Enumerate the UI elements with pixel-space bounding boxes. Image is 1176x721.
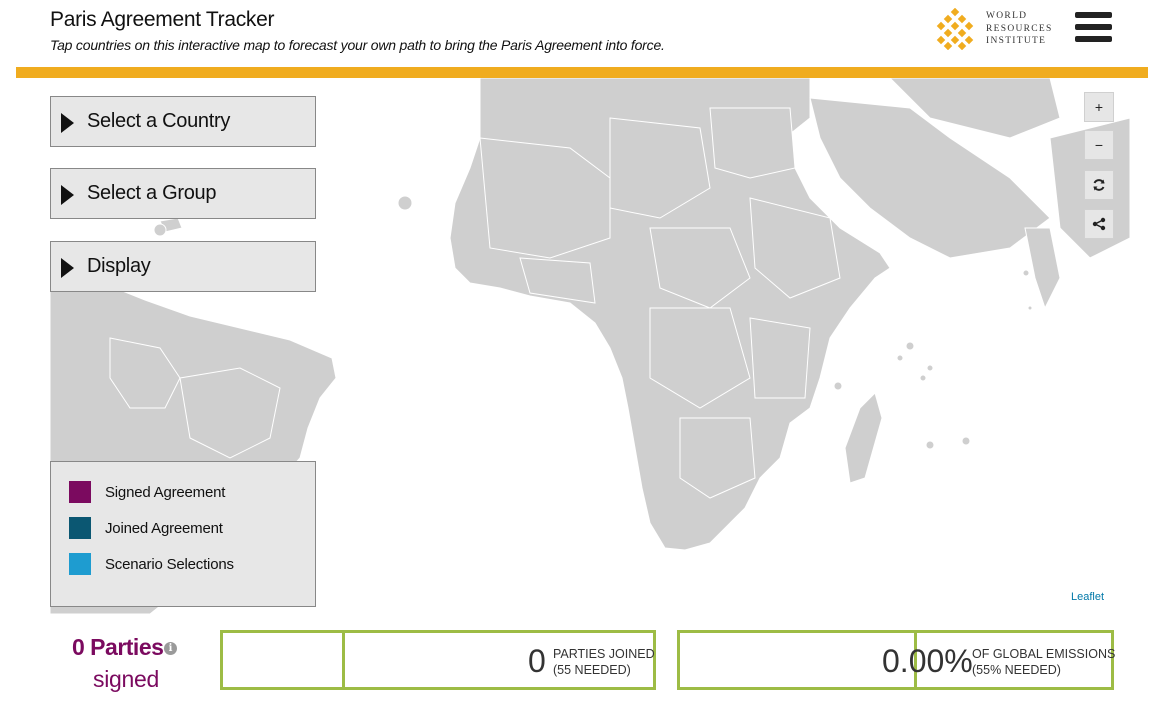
island-shape (926, 364, 934, 372)
display-label: Display (87, 255, 151, 277)
reset-view-button[interactable] (1084, 170, 1114, 200)
legend-swatch (69, 553, 91, 575)
info-icon[interactable]: i (164, 642, 177, 655)
page-title: Paris Agreement Tracker (50, 8, 275, 31)
header: Paris Agreement Tracker Tap countries on… (0, 0, 1176, 68)
select-group-label: Select a Group (87, 182, 217, 204)
island-shape (1022, 269, 1030, 277)
island-shape (961, 436, 971, 446)
header-accent-bar (16, 67, 1148, 78)
expand-arrow-icon (61, 113, 74, 133)
island-shape (925, 440, 935, 450)
island-shape (397, 195, 413, 211)
display-button[interactable]: Display (50, 241, 316, 292)
island-shape (153, 223, 167, 237)
island-shape (1027, 305, 1033, 311)
expand-arrow-icon (61, 258, 74, 278)
select-group-button[interactable]: Select a Group (50, 168, 316, 219)
leaflet-attribution-link[interactable]: Leaflet (1071, 591, 1104, 603)
refresh-icon (1093, 179, 1105, 191)
wri-logo-text: WORLD RESOURCES INSTITUTE (986, 11, 1053, 46)
country-shape (709, 107, 796, 179)
global-emissions-progress: 0.00% OF GLOBAL EMISSIONS (55% NEEDED) (677, 630, 1116, 690)
island-shape (833, 381, 843, 391)
wri-logo-mark-icon (936, 8, 974, 50)
legend-swatch (69, 517, 91, 539)
share-button[interactable] (1084, 209, 1114, 239)
select-country-label: Select a Country (87, 110, 231, 132)
country-shape (844, 392, 883, 484)
progress-marker (342, 633, 345, 687)
parties-joined-progress: 0 PARTIES JOINED (55 NEEDED) (220, 630, 656, 690)
share-icon (1092, 217, 1106, 231)
expand-arrow-icon (61, 185, 74, 205)
zoom-in-button[interactable]: + (1084, 92, 1114, 122)
parties-signed-count: 0 Parties (72, 634, 164, 660)
page-subtitle: Tap countries on this interactive map to… (50, 37, 665, 53)
map-legend: Signed Agreement Joined Agreement Scenar… (50, 461, 316, 607)
global-emissions-value: 0.00% (882, 643, 973, 679)
country-shape (1024, 227, 1061, 310)
island-shape (905, 341, 915, 351)
global-emissions-label: OF GLOBAL EMISSIONS (55% NEEDED) (972, 647, 1116, 677)
legend-swatch (69, 481, 91, 503)
country-shape (749, 317, 811, 399)
parties-joined-label: PARTIES JOINED (55 NEEDED) (553, 647, 655, 677)
hamburger-menu-icon[interactable] (1075, 10, 1112, 44)
zoom-out-button[interactable]: − (1084, 130, 1114, 160)
wri-logo[interactable]: WORLD RESOURCES INSTITUTE (934, 8, 1058, 50)
island-shape (896, 354, 904, 362)
parties-signed-label: signed (93, 666, 159, 692)
island-shape (919, 374, 927, 382)
select-country-button[interactable]: Select a Country (50, 96, 316, 147)
parties-joined-value: 0 (528, 643, 546, 679)
